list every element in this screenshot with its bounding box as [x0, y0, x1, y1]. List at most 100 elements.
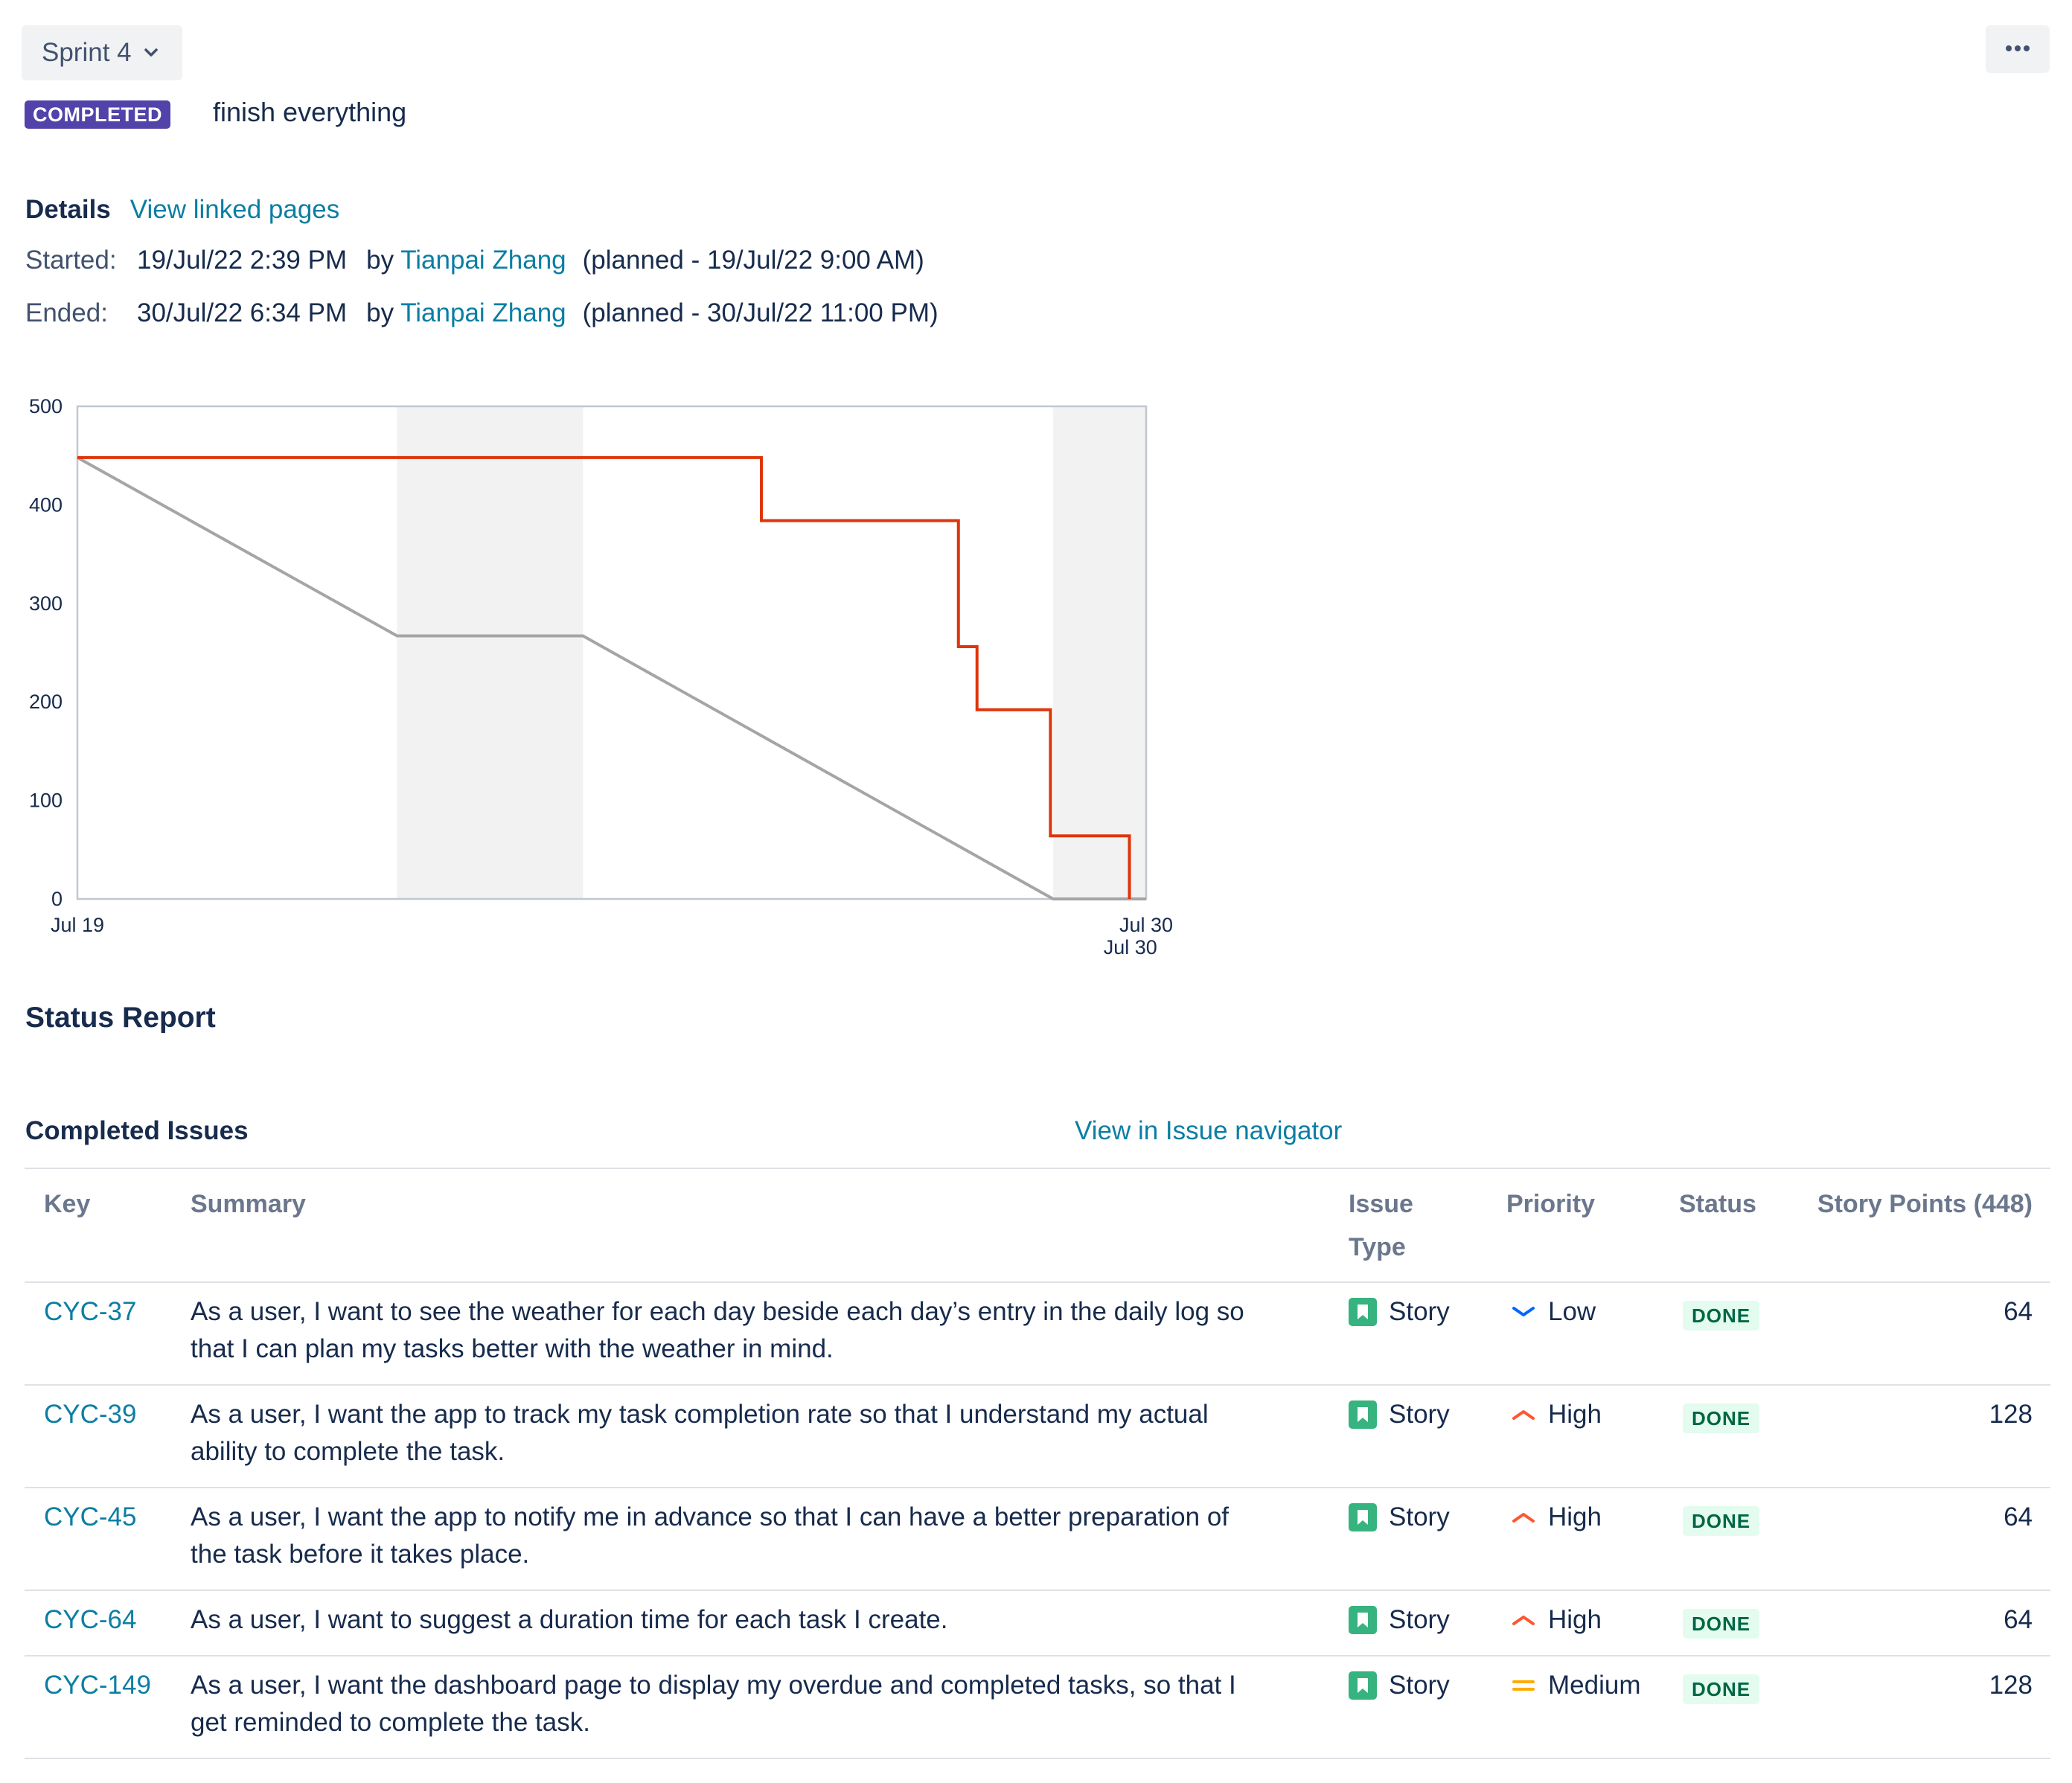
issue-summary-line1: As a user, I want the app to track my ta… — [191, 1400, 1209, 1429]
chevron-down-icon — [144, 48, 159, 58]
ended-by: by — [366, 298, 394, 327]
issue-priority: High — [1509, 1499, 1602, 1536]
more-actions-button[interactable] — [1986, 25, 2050, 73]
priority-label: Low — [1548, 1297, 1596, 1326]
column-header-issue-type-line2: Type — [1349, 1233, 1406, 1261]
started-label: Started: — [25, 246, 117, 275]
status-badge: DONE — [1683, 1674, 1760, 1704]
issue-type: Story — [1349, 1601, 1450, 1639]
ended-row: Ended: 30/Jul/22 6:34 PM by Tianpai Zhang (… — [25, 298, 939, 328]
y-tick-label: 300 — [29, 592, 63, 615]
issue-type-label: Story — [1389, 1297, 1450, 1326]
issue-priority: High — [1509, 1601, 1602, 1639]
issue-priority: High — [1509, 1396, 1602, 1433]
story-points: 128 — [1989, 1671, 2033, 1700]
issue-key-link[interactable]: CYC-64 — [44, 1601, 136, 1639]
issue-type-label: Story — [1389, 1605, 1450, 1634]
x-tick-label: Jul 19 — [51, 914, 104, 936]
issue-key-link[interactable]: CYC-149 — [44, 1667, 151, 1704]
started-user-link[interactable]: Tianpai Zhang — [400, 246, 566, 275]
story-points: 64 — [2004, 1502, 2033, 1531]
ended-planned: (planned - 30/Jul/22 11:00 PM) — [582, 298, 939, 327]
sprint-selector[interactable]: Sprint 4 — [22, 25, 182, 80]
status-badge: DONE — [1683, 1506, 1760, 1536]
issue-key-link[interactable]: CYC-37 — [44, 1293, 136, 1331]
started-value: 19/Jul/22 2:39 PM — [137, 246, 348, 275]
issue-summary-line1: As a user, I want to see the weather for… — [191, 1297, 1244, 1326]
issue-type-label: Story — [1389, 1400, 1450, 1429]
table-row-divider — [25, 1758, 2050, 1759]
status-badge: DONE — [1683, 1403, 1760, 1433]
column-header-summary[interactable]: Summary — [191, 1182, 306, 1226]
column-header-issue-type-line1: Issue — [1349, 1190, 1413, 1218]
non-working-day-band — [397, 406, 583, 899]
issue-type: Story — [1349, 1396, 1450, 1433]
y-tick-label: 500 — [29, 395, 63, 417]
story-points: 64 — [2004, 1297, 2033, 1326]
non-working-day-band — [1053, 406, 1146, 899]
column-header-status[interactable]: Status — [1679, 1182, 1756, 1226]
guideline-line — [77, 456, 1146, 900]
x-tick-label: Jul 30 — [1104, 936, 1157, 958]
issue-summary-line2: ability to complete the task. — [191, 1437, 505, 1466]
priority-high-icon — [1509, 1401, 1538, 1429]
issue-type-label: Story — [1389, 1502, 1450, 1531]
issue-type: Story — [1349, 1667, 1450, 1704]
burndown-chart: 0 100 200 300 400 500 Jul 19 Jul 30Jul 30 — [29, 395, 1173, 958]
column-header-key[interactable]: Key — [44, 1182, 90, 1226]
issue-summary: As a user, I want the dashboard page to … — [191, 1667, 1322, 1741]
status-badge: DONE — [1683, 1301, 1760, 1331]
column-header-story-points[interactable]: Story Points (448) — [1817, 1182, 2033, 1226]
story-icon — [1349, 1401, 1389, 1429]
story-icon — [1349, 1606, 1389, 1634]
issue-priority: Medium — [1509, 1667, 1640, 1704]
column-header-priority[interactable]: Priority — [1506, 1182, 1595, 1226]
status-report-title: Status Report — [25, 1002, 216, 1034]
sprint-status-lozenge: COMPLETED — [25, 100, 171, 129]
details-header: Details View linked pages — [25, 195, 339, 225]
priority-high-icon — [1509, 1503, 1538, 1531]
story-icon — [1349, 1671, 1389, 1700]
issue-key-link[interactable]: CYC-45 — [44, 1499, 136, 1536]
issue-summary: As a user, I want to see the weather for… — [191, 1293, 1322, 1368]
view-in-issue-navigator-link[interactable]: View in Issue navigator — [1075, 1116, 1342, 1146]
issue-type: Story — [1349, 1499, 1450, 1536]
y-tick-label: 100 — [29, 790, 63, 812]
table-header-divider — [25, 1281, 2050, 1283]
priority-low-icon — [1509, 1298, 1538, 1326]
ended-user-link[interactable]: Tianpai Zhang — [400, 298, 566, 327]
remaining-line — [77, 455, 1131, 899]
issue-type-label: Story — [1389, 1671, 1450, 1700]
completed-issues-title: Completed Issues — [25, 1116, 249, 1145]
priority-label: High — [1548, 1502, 1602, 1531]
table-row-divider — [25, 1590, 2050, 1591]
sprint-goal: finish everything — [213, 97, 407, 127]
x-tick-label: Jul 30 — [1119, 914, 1173, 936]
issue-summary: As a user, I want the app to track my ta… — [191, 1396, 1322, 1470]
priority-label: High — [1548, 1400, 1602, 1429]
priority-label: Medium — [1548, 1671, 1641, 1700]
sprint-selector-label: Sprint 4 — [42, 38, 132, 67]
view-linked-pages-link[interactable]: View linked pages — [130, 195, 340, 225]
issue-summary: As a user, I want the app to notify me i… — [191, 1499, 1322, 1573]
table-top-divider — [25, 1168, 2050, 1169]
priority-label: High — [1548, 1605, 1602, 1634]
story-icon — [1349, 1298, 1389, 1326]
ended-value: 30/Jul/22 6:34 PM — [137, 298, 348, 327]
ended-label: Ended: — [25, 298, 108, 327]
priority-medium-icon — [1509, 1671, 1538, 1700]
started-by: by — [366, 246, 394, 275]
issue-key-link[interactable]: CYC-39 — [44, 1396, 136, 1433]
table-row-divider — [25, 1384, 2050, 1386]
y-tick-label: 0 — [51, 888, 63, 910]
table-row-divider — [25, 1655, 2050, 1656]
issue-summary-line1: As a user, I want the app to notify me i… — [191, 1502, 1230, 1531]
story-icon — [1349, 1503, 1389, 1531]
issue-summary-line1: As a user, I want to suggest a duration … — [191, 1605, 948, 1634]
column-header-issue-type[interactable]: Issue Type — [1349, 1182, 1413, 1269]
issue-priority: Low — [1509, 1293, 1596, 1331]
issue-summary-line2: get reminded to complete the task. — [191, 1708, 590, 1737]
story-points: 64 — [2004, 1605, 2033, 1634]
issue-summary-line2: the task before it takes place. — [191, 1540, 530, 1569]
issue-type: Story — [1349, 1293, 1450, 1331]
